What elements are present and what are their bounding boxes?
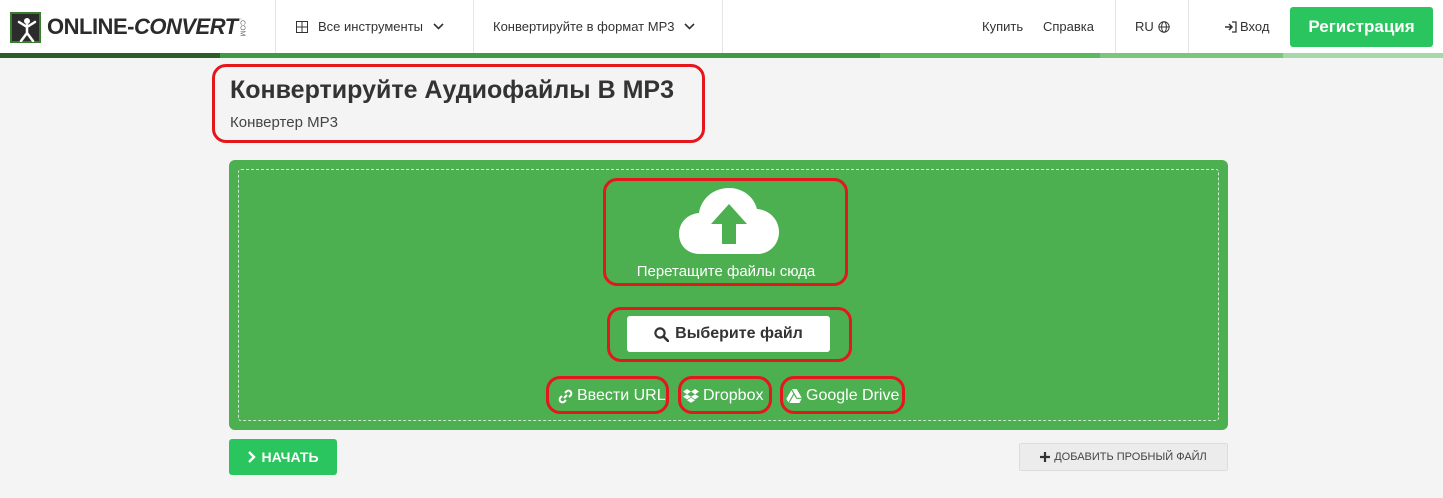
add-sample-file-button[interactable]: ДОБАВИТЬ ПРОБНЫЙ ФАЙЛ [1019,443,1228,471]
link-icon [558,389,573,404]
all-tools-label: Все инструменты [318,19,423,34]
enter-url-label: Ввести URL [577,387,666,404]
chevron-down-icon [684,23,696,30]
header-accent-bar [0,53,1443,58]
drop-files-label: Перетащите файлы сюда [636,263,816,280]
choose-file-label: Выберите файл [675,325,803,342]
sign-in-icon [1224,20,1237,33]
nav-divider [722,0,723,53]
grid-icon [296,20,308,33]
nav-divider [1115,0,1116,53]
cloud-upload-icon [678,186,780,256]
dropbox-button[interactable]: Dropbox [683,384,763,408]
enter-url-button[interactable]: Ввести URL [558,384,666,408]
help-label: Справка [1043,19,1094,34]
top-navbar: ONLINE-CONVERT .COM Все инструменты Конв… [0,0,1443,53]
buy-link[interactable]: Купить [982,0,1023,53]
all-tools-dropdown[interactable]: Все инструменты [296,0,444,53]
globe-icon [1158,20,1170,33]
help-link[interactable]: Справка [1043,0,1094,53]
start-button[interactable]: НАЧАТЬ [229,439,337,475]
chevron-right-icon [247,451,257,463]
login-label: Вход [1240,19,1270,34]
logo-text-convert: CONVERT [133,14,238,39]
page-title: Конвертируйте Аудиофайлы В MP3 [230,76,675,104]
login-link[interactable]: Вход [1224,0,1269,53]
nav-divider [1188,0,1189,53]
language-selector[interactable]: RU [1135,0,1170,53]
logo-figure-icon [10,11,41,43]
site-logo[interactable]: ONLINE-CONVERT .COM [10,10,246,44]
choose-file-button[interactable]: Выберите файл [627,316,830,352]
plus-icon [1040,452,1051,462]
chevron-down-icon [433,23,444,30]
convert-to-dropdown[interactable]: Конвертируйте в формат MP3 [493,0,696,53]
search-icon [654,326,670,342]
start-label: НАЧАТЬ [261,449,319,465]
language-label: RU [1135,19,1154,34]
convert-to-label: Конвертируйте в формат MP3 [493,19,675,34]
logo-dash: - [127,14,134,39]
page-subtitle: Конвертер MP3 [230,114,338,131]
register-button[interactable]: Регистрация [1290,7,1433,47]
logo-com: .COM [238,17,246,37]
register-label: Регистрация [1308,17,1415,36]
nav-divider [275,0,276,53]
google-drive-label: Google Drive [806,387,900,404]
buy-label: Купить [982,19,1024,34]
google-drive-button[interactable]: Google Drive [786,384,899,408]
add-sample-label: ДОБАВИТЬ ПРОБНЫЙ ФАЙЛ [1054,451,1207,463]
logo-text-online: ONLINE [47,14,128,39]
dropbox-label: Dropbox [703,387,764,404]
google-drive-icon [786,389,802,403]
nav-divider [473,0,474,53]
logo-wordmark: ONLINE-CONVERT [47,14,238,40]
dropbox-icon [683,389,699,403]
